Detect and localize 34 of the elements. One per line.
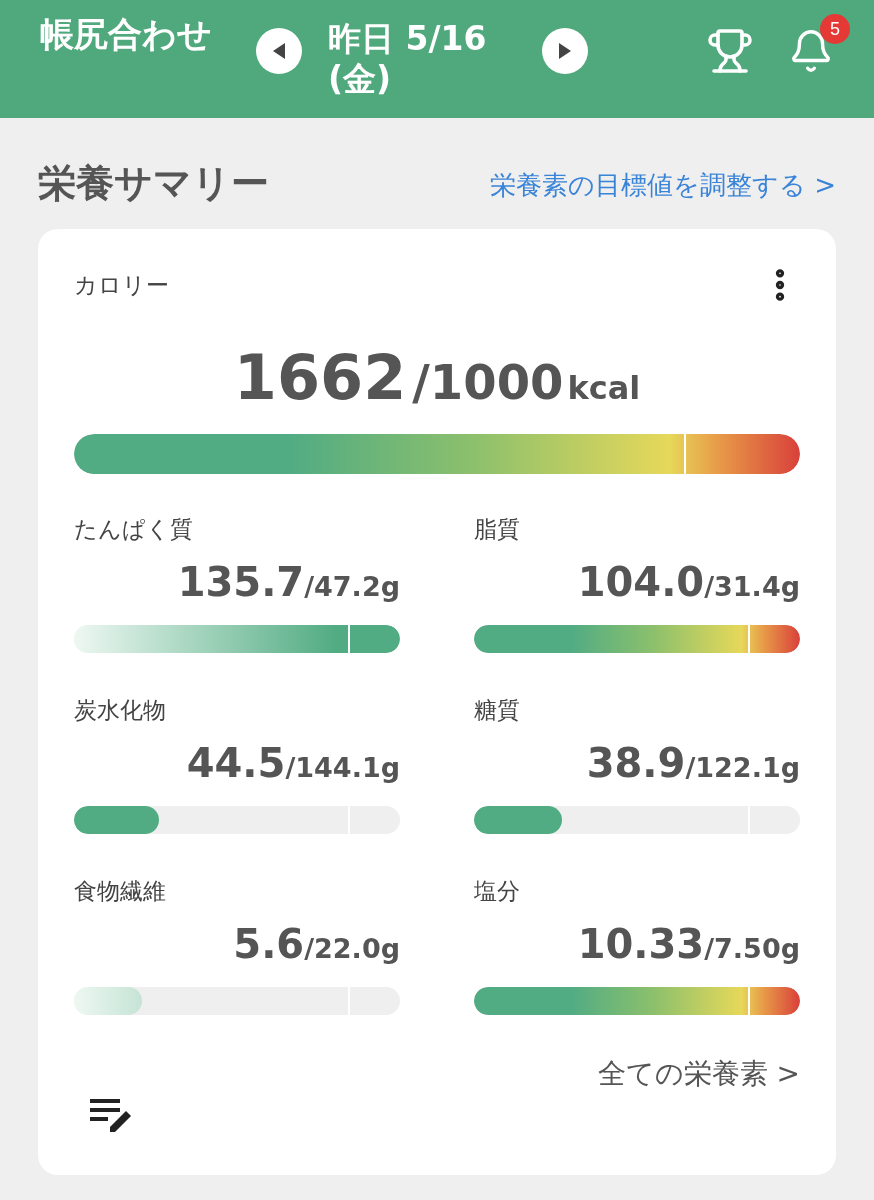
nutrient-value: 44.5 — [186, 740, 286, 786]
nutrient-value: 10.33 — [577, 921, 705, 967]
nutrient-label: 糖質 — [474, 696, 521, 725]
left-triangle-icon — [271, 42, 287, 60]
nutrient-value: 38.9 — [586, 740, 686, 786]
app-title: 帳尻合わせ — [40, 13, 212, 56]
notification-button[interactable]: 5 — [788, 12, 850, 74]
calorie-label: カロリー — [74, 270, 169, 300]
nutrient-label: 炭水化物 — [74, 696, 167, 725]
calorie-target: /1000 — [412, 354, 564, 410]
nutrient-label: 脂質 — [474, 515, 521, 544]
nutrient-label: 塩分 — [474, 877, 521, 906]
nutrient-value: 5.6 — [233, 921, 305, 967]
nutrient-value: 135.7 — [177, 559, 305, 605]
date-label: 昨日 5/16 (金) — [328, 19, 488, 99]
next-day-button[interactable] — [542, 28, 588, 74]
all-nutrients-link[interactable]: 全ての栄養素 > — [597, 1055, 800, 1093]
adjust-targets-link[interactable]: 栄養素の目標値を調整する > — [489, 168, 836, 203]
calorie-value: 1662 — [233, 341, 407, 414]
section-title: 栄養サマリー — [38, 160, 269, 207]
nutrient-target: /22.0g — [304, 933, 400, 964]
nutrient-label: 食物繊維 — [74, 877, 167, 906]
notification-badge: 5 — [820, 14, 850, 44]
right-triangle-icon — [557, 42, 573, 60]
nutrient-target: /47.2g — [304, 571, 400, 602]
nutrient-target: /122.1g — [685, 752, 800, 783]
nutrient-target: /144.1g — [285, 752, 400, 783]
trophy-icon[interactable] — [706, 27, 754, 75]
previous-day-button[interactable] — [256, 28, 302, 74]
nutrient-target: /7.50g — [704, 933, 800, 964]
calorie-unit: kcal — [567, 369, 641, 407]
nutrient-label: たんぱく質 — [74, 515, 194, 544]
nutrient-value: 104.0 — [577, 559, 705, 605]
nutrient-target: /31.4g — [704, 571, 800, 602]
